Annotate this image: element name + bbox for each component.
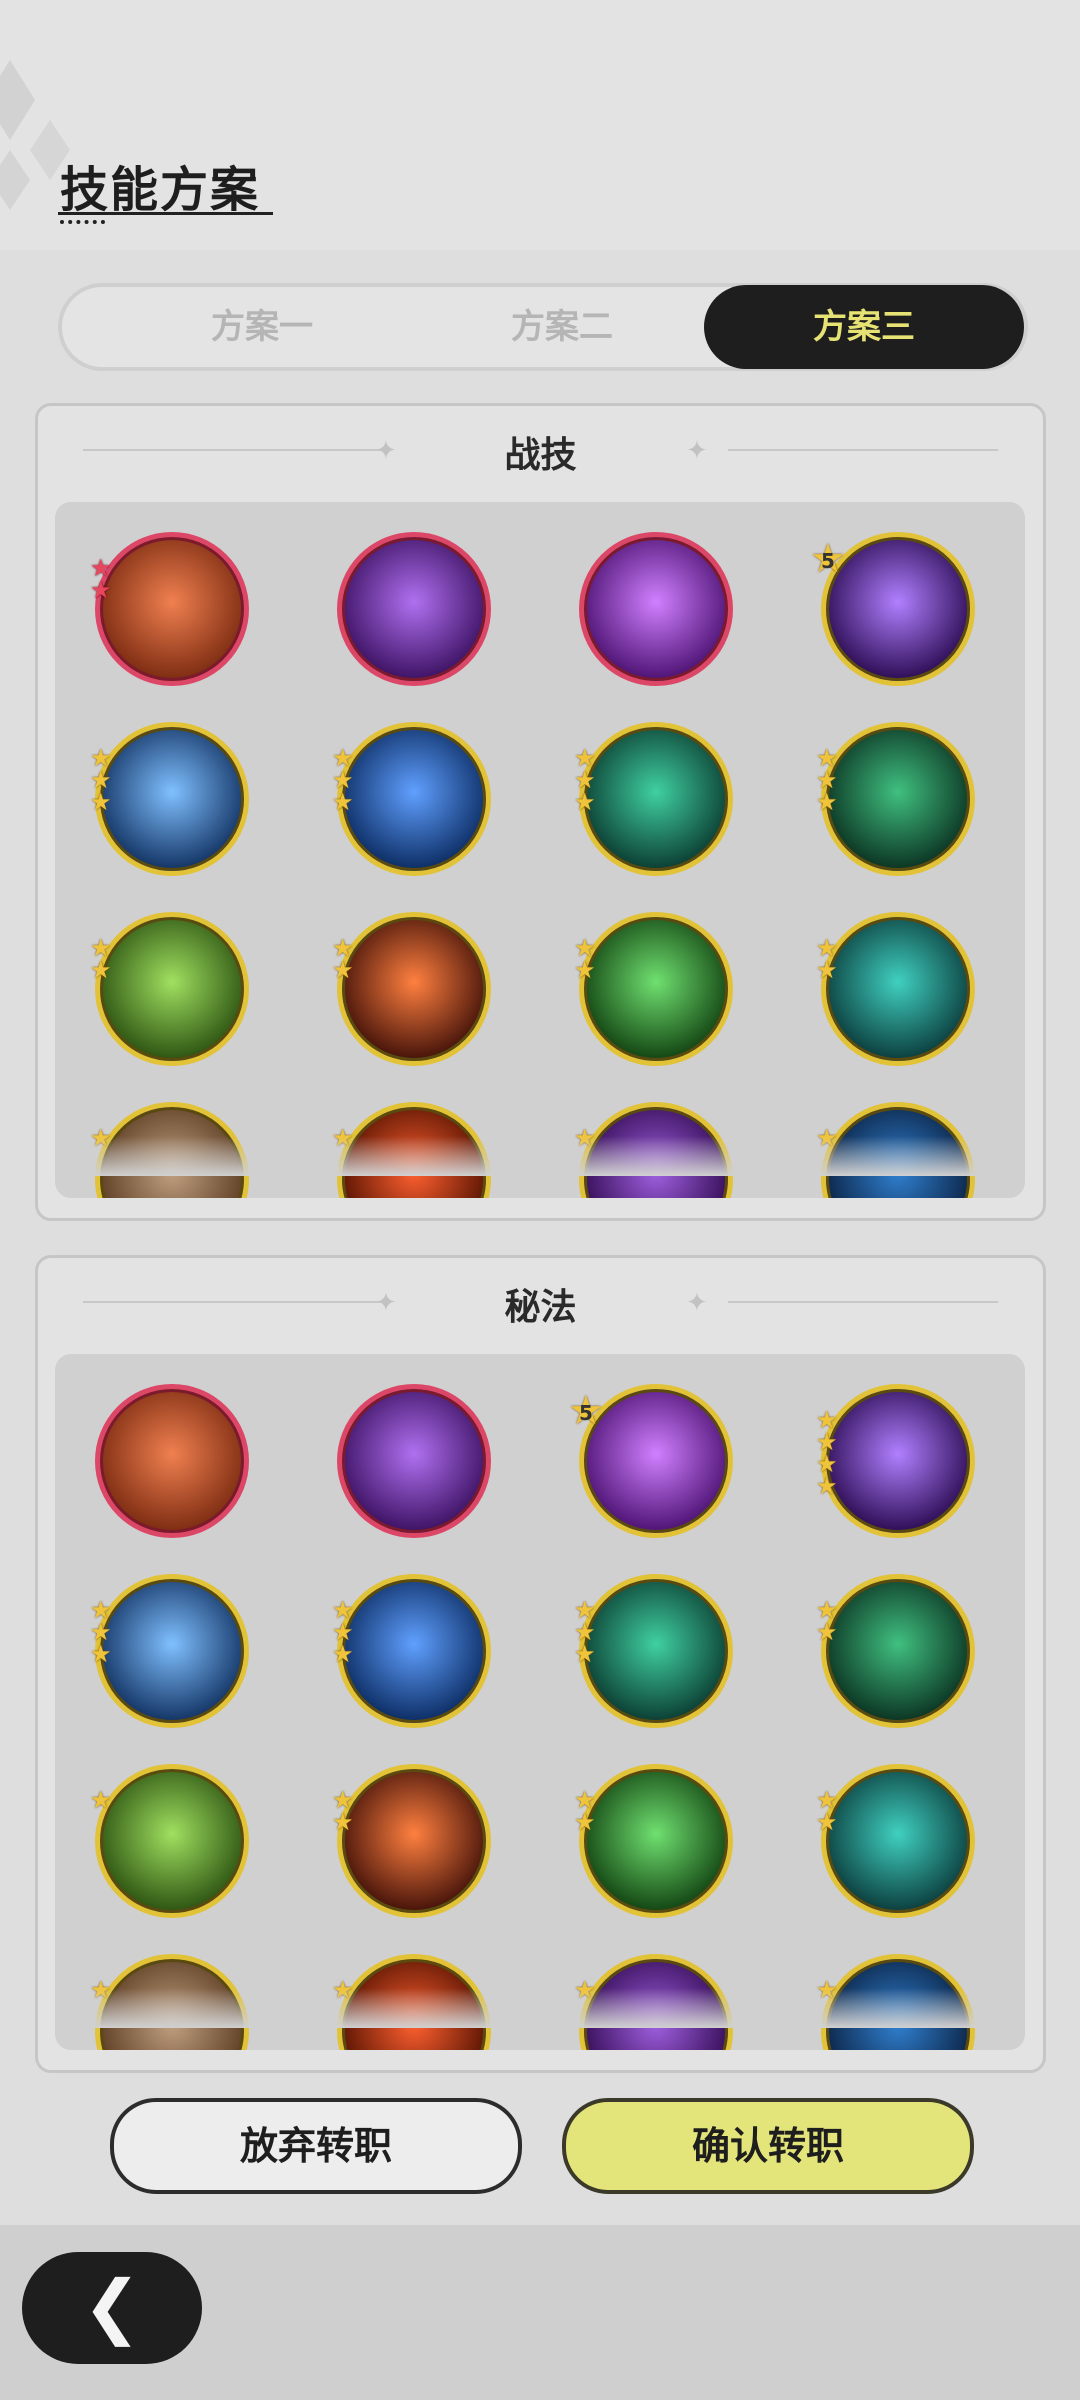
- heal-cross-skill-icon[interactable]: ★ ★ ★: [816, 722, 975, 876]
- tree-stump-skill-icon[interactable]: ★ ★: [90, 912, 249, 1066]
- star-rating: ★ ★ ★: [332, 1598, 354, 1668]
- frost-creature-skill-icon[interactable]: ★ ★ ★: [332, 722, 491, 876]
- holy-arrow-skill-icon[interactable]: ★ ★ ★: [332, 1574, 491, 1728]
- star-icon: ★: [90, 788, 112, 816]
- page-title: 技能方案: [60, 162, 261, 218]
- divider-right: [728, 1301, 998, 1303]
- green-flame-skill-icon[interactable]: ★ ★: [574, 912, 733, 1066]
- sparkle-arrow-skill-icon[interactable]: ★ ★ ★: [574, 1574, 733, 1728]
- green-heart-skill-icon[interactable]: ★: [90, 1764, 249, 1918]
- heart-mage-skill-icon[interactable]: [95, 1384, 249, 1538]
- star-rating: ★ ★ ★: [816, 746, 838, 816]
- star-icon: ★: [816, 1618, 838, 1646]
- star-rating: ★ ★ ★: [574, 1598, 596, 1668]
- star-icon: ★: [816, 1472, 838, 1500]
- sparkle-icon: ✦: [686, 436, 708, 466]
- star-icon: ★: [574, 1808, 596, 1836]
- section-arcane-skills: ✦ 秘法 ✦ ★5★★★★★★★★★★★★★★★★★★★★★★★★★★: [35, 1255, 1046, 2073]
- back-button[interactable]: ❮: [22, 2252, 202, 2364]
- wind-slash-skill-icon[interactable]: ★ ★ ★: [574, 722, 733, 876]
- golden-claw-skill-icon[interactable]: ★ ★: [332, 1764, 491, 1918]
- sparkle-icon: ✦: [686, 1288, 708, 1318]
- section-title: 秘法: [504, 1287, 577, 1328]
- hooded-figure-skill-icon[interactable]: ★ ★ ★ ★: [816, 1384, 975, 1538]
- header-bar: 技能方案: [0, 0, 1080, 250]
- star-icon: ★: [816, 788, 838, 816]
- star-rating: ★ ★: [574, 936, 596, 984]
- star-rating: ★ ★ ★: [90, 746, 112, 816]
- green-star-skill-icon[interactable]: ★ ★: [816, 1764, 975, 1918]
- star-rating: ★ ★ ★ ★: [816, 1408, 838, 1500]
- shadow-hand-skill-icon[interactable]: ★ 5: [810, 532, 975, 686]
- star-rating: ★: [90, 1786, 112, 1814]
- star-rating: ★ ★: [90, 556, 112, 604]
- tab-plan-one[interactable]: 方案一: [102, 287, 422, 367]
- star-icon: ★: [90, 956, 112, 984]
- title-underline: [58, 212, 273, 215]
- divider-right: [728, 449, 998, 451]
- star-icon: ★: [90, 1640, 112, 1668]
- star-rating: ★ ★: [816, 936, 838, 984]
- fire-swirl-skill-icon[interactable]: ★ ★: [332, 912, 491, 1066]
- power-up-skill-icon[interactable]: ★ 5: [568, 1384, 733, 1538]
- section-title: 战技: [504, 435, 577, 476]
- star-icon: ★: [574, 788, 596, 816]
- star-count: 5: [821, 549, 835, 573]
- star-count: 5: [579, 1401, 593, 1425]
- star-rating: ★ ★ ★: [332, 746, 354, 816]
- skill-grid: ★5★★★★★★★★★★★★★★★★★★★★★★★★★★: [55, 1354, 1025, 2050]
- star-icon: ★: [816, 1808, 838, 1836]
- violet-shatter-skill-icon[interactable]: [579, 532, 733, 686]
- abandon-job-change-button[interactable]: 放弃转职: [110, 2098, 522, 2194]
- violet-orb-skill-icon[interactable]: ★ ★ ★: [90, 1574, 249, 1728]
- star-icon: ★: [816, 956, 838, 984]
- confirm-job-change-button[interactable]: 确认转职: [562, 2098, 974, 2194]
- star-rating: ★ ★ ★: [90, 1598, 112, 1668]
- skill-grid: ★★★5★★★★★★★★★★★★★★★★★★★★★★★★: [55, 502, 1025, 1198]
- fire-shards-skill-icon[interactable]: [337, 1384, 491, 1538]
- star-icon: ★: [574, 956, 596, 984]
- tab-plan-three[interactable]: 方案三: [704, 285, 1024, 369]
- section-header: ✦ 战技 ✦: [38, 406, 1043, 486]
- purple-eye-skill-icon[interactable]: ★ ★: [574, 1764, 733, 1918]
- title-dots: [60, 220, 105, 224]
- star-rating: ★ ★: [816, 1788, 838, 1836]
- chevron-left-icon: ❮: [82, 2265, 142, 2347]
- crystal-skill-icon[interactable]: ★ ★: [816, 1574, 975, 1728]
- scroll-fade: [55, 1136, 1025, 1176]
- ice-burst-skill-icon[interactable]: ★ ★ ★: [90, 722, 249, 876]
- star-rating: ★ ★: [332, 1788, 354, 1836]
- purple-star-burst-skill-icon[interactable]: [337, 532, 491, 686]
- earth-shield-skill-icon[interactable]: ★ ★: [90, 532, 249, 686]
- section-header: ✦ 秘法 ✦: [38, 1258, 1043, 1338]
- star-rating: ★ ★ ★: [574, 746, 596, 816]
- star-icon: ★: [90, 1786, 112, 1814]
- star-rating: ★ ★: [332, 936, 354, 984]
- scroll-fade: [55, 1988, 1025, 2028]
- star-icon: ★: [332, 788, 354, 816]
- star-icon: ★: [332, 1808, 354, 1836]
- wind-vortex-skill-icon[interactable]: ★ ★: [816, 912, 975, 1066]
- star-icon: ★: [574, 1640, 596, 1668]
- star-rating: ★ ★: [816, 1598, 838, 1646]
- star-icon: ★: [90, 576, 112, 604]
- star-icon: ★: [332, 956, 354, 984]
- star-rating: ★ ★: [574, 1788, 596, 1836]
- plan-tabs: 方案一 方案二 方案三: [58, 283, 1028, 371]
- star-rating: ★ ★: [90, 936, 112, 984]
- star-icon: ★: [332, 1640, 354, 1668]
- section-combat-skills: ✦ 战技 ✦ ★★★5★★★★★★★★★★★★★★★★★★★★★★★★: [35, 403, 1046, 1221]
- tab-plan-two[interactable]: 方案二: [402, 287, 722, 367]
